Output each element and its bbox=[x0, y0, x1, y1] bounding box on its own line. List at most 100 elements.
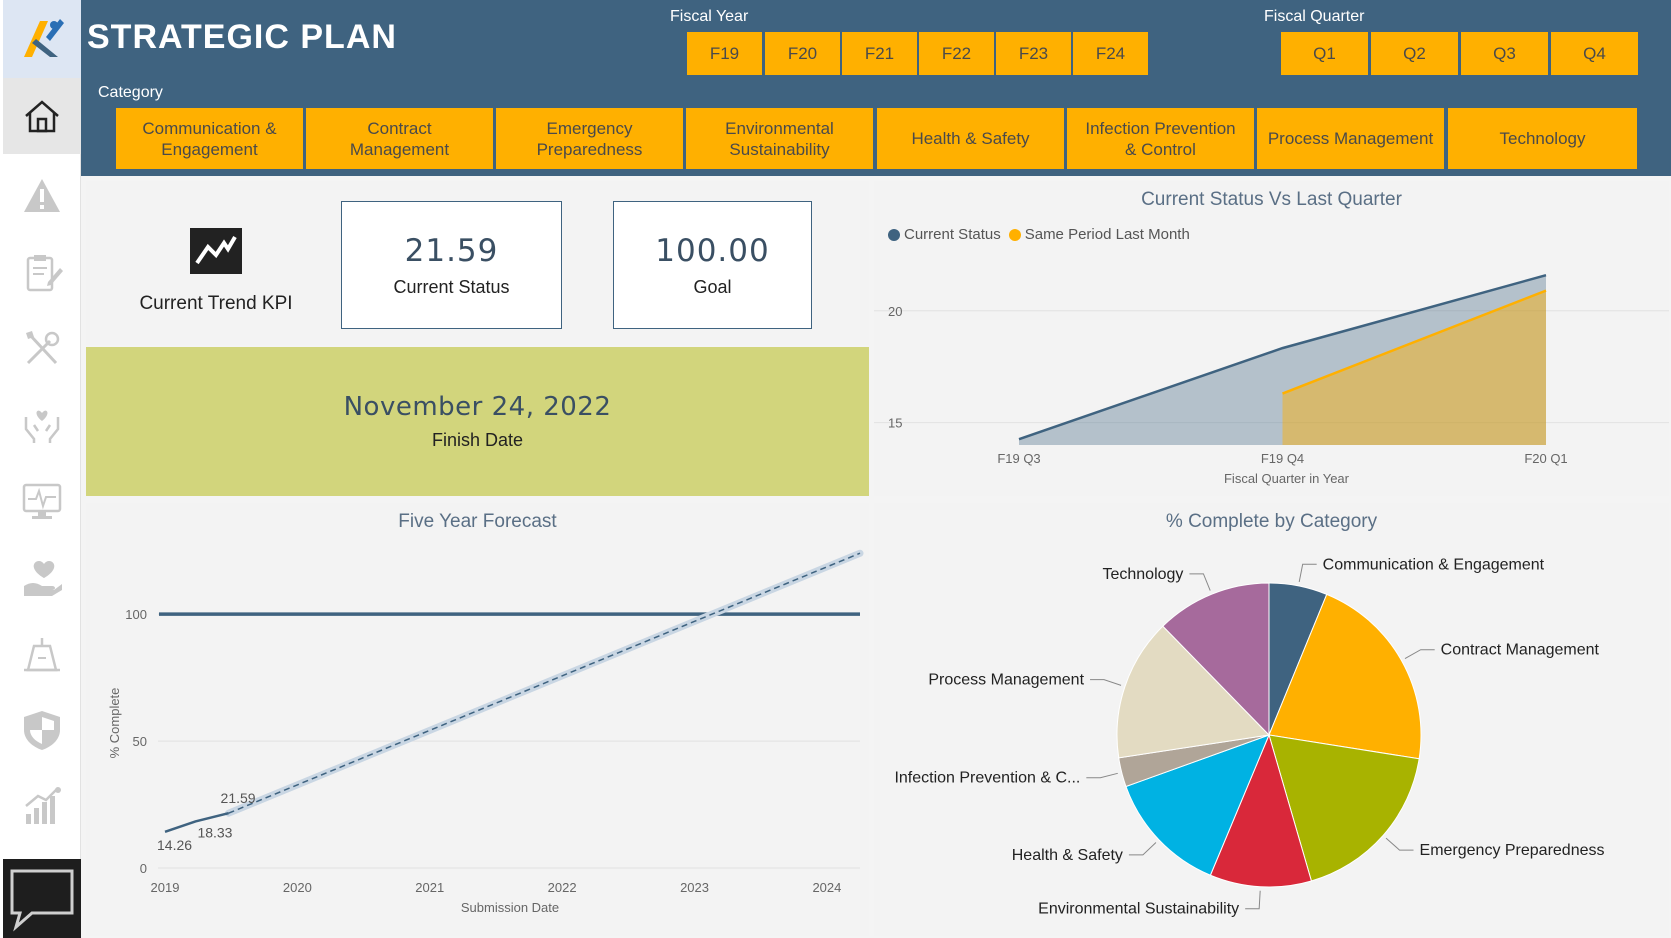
category-chip-line2: & Control bbox=[1125, 139, 1196, 159]
x-tick-label: 2019 bbox=[151, 880, 180, 895]
pie-label: Environmental Sustainability bbox=[1038, 901, 1239, 918]
trend-line-icon bbox=[195, 235, 237, 265]
status-area-chart: 15 20 F19 Q3 F19 Q4 F20 Q1 Fiscal Quarter in … bbox=[874, 273, 1669, 486]
helping-hands-icon bbox=[24, 410, 60, 443]
category-chip-line2: Engagement bbox=[161, 139, 258, 159]
logo-icon bbox=[24, 19, 64, 57]
x-tick-label: 2020 bbox=[283, 880, 312, 895]
pie-label: Technology bbox=[1102, 566, 1183, 583]
category-chip-line2: Management bbox=[349, 139, 450, 159]
y-axis-title: % Complete bbox=[107, 688, 122, 759]
category-chip-communication[interactable]: Communication & Engagement bbox=[116, 108, 303, 169]
pie-leader-line bbox=[1189, 573, 1211, 591]
y-tick-label: 20 bbox=[888, 304, 902, 319]
category-chip-line1: Health & Safety bbox=[911, 129, 1030, 148]
shield-icon bbox=[24, 711, 60, 750]
y-tick-label: 50 bbox=[133, 734, 147, 749]
finish-date-value: November 24, 2022 bbox=[343, 392, 612, 422]
quarter-chip-q1[interactable]: Q1 bbox=[1281, 32, 1368, 75]
year-chip-f23[interactable]: F23 bbox=[996, 32, 1071, 75]
finish-date-panel: November 24, 2022 Finish Date bbox=[86, 347, 869, 496]
nav-tools[interactable] bbox=[3, 311, 81, 387]
nav-heart-hand[interactable] bbox=[3, 540, 81, 616]
year-chip-f21[interactable]: F21 bbox=[842, 32, 917, 75]
fiscal-year-label: Fiscal Year bbox=[670, 8, 749, 25]
quarter-chip-q3[interactable]: Q3 bbox=[1461, 32, 1548, 75]
app-logo[interactable] bbox=[3, 0, 81, 78]
goal-card: 100.00 Goal bbox=[613, 201, 812, 329]
year-chip-f22[interactable]: F22 bbox=[919, 32, 994, 75]
x-tick-label: 2024 bbox=[812, 880, 841, 895]
data-label: 14.26 bbox=[157, 837, 192, 853]
status-vs-last-quarter-panel: Current Status Vs Last Quarter Current S… bbox=[874, 181, 1669, 496]
y-tick-label: 100 bbox=[125, 607, 147, 622]
nav-home[interactable] bbox=[3, 78, 81, 154]
forecast-line-chart: 0 50 100 2019 2020 2021 2022 2023 2024 Submission… bbox=[107, 549, 864, 915]
category-chip-line1: Technology bbox=[1499, 129, 1586, 148]
y-tick-label: 15 bbox=[888, 416, 902, 431]
pie-label: Process Management bbox=[928, 672, 1084, 689]
category-chip-line2: Sustainability bbox=[729, 139, 830, 159]
x-axis-title: Fiscal Quarter in Year bbox=[1224, 471, 1350, 486]
quarter-chip-q4[interactable]: Q4 bbox=[1551, 32, 1638, 75]
building-icon bbox=[24, 638, 60, 672]
warning-icon bbox=[24, 179, 60, 212]
pie-label: Infection Prevention & C... bbox=[894, 770, 1080, 787]
current-status-card: 21.59 Current Status bbox=[341, 201, 562, 329]
category-chip-health-safety[interactable]: Health & Safety bbox=[877, 108, 1064, 169]
dashboard-root: STRATEGIC PLAN Fiscal Year Fiscal Quarte… bbox=[0, 0, 1671, 938]
pie-leader-line bbox=[1385, 837, 1414, 851]
page-title: STRATEGIC PLAN bbox=[87, 18, 397, 56]
current-status-label: Current Status bbox=[393, 276, 510, 297]
year-chip-f24[interactable]: F24 bbox=[1073, 32, 1148, 75]
nav-shield[interactable] bbox=[3, 692, 81, 768]
nav-growth-chart[interactable] bbox=[3, 768, 81, 844]
category-chip-process[interactable]: Process Management bbox=[1257, 108, 1444, 169]
x-tick-label: F19 Q4 bbox=[1261, 451, 1304, 466]
pie-leader-line bbox=[1404, 649, 1435, 659]
nav-building[interactable] bbox=[3, 616, 81, 692]
x-tick-label: F20 Q1 bbox=[1524, 451, 1567, 466]
goal-label: Goal bbox=[693, 276, 732, 297]
pie-label: Emergency Preparedness bbox=[1420, 842, 1605, 859]
pie-label: Contract Management bbox=[1441, 642, 1600, 659]
current-status-value: 21.59 bbox=[404, 232, 499, 269]
pie-label: Communication & Engagement bbox=[1323, 556, 1545, 573]
category-chip-line1: Environmental bbox=[725, 118, 834, 138]
category-chip-environmental[interactable]: Environmental Sustainability bbox=[686, 108, 873, 169]
fiscal-quarter-label: Fiscal Quarter bbox=[1264, 8, 1365, 25]
goal-value: 100.00 bbox=[655, 232, 770, 269]
pie-leader-line bbox=[1298, 563, 1317, 583]
finish-date-label: Finish Date bbox=[431, 430, 524, 450]
trend-kpi-icon bbox=[190, 228, 242, 274]
x-tick-label: F19 Q3 bbox=[997, 451, 1040, 466]
pie-leader-line bbox=[1128, 842, 1157, 856]
nav-helping-hands[interactable] bbox=[3, 387, 81, 463]
nav-clipboard[interactable] bbox=[3, 234, 81, 310]
pie-leader-line bbox=[1245, 890, 1261, 910]
category-chip-line1: Communication & bbox=[142, 118, 277, 138]
percent-complete-panel: % Complete by Category Communication & E… bbox=[874, 503, 1669, 936]
category-chip-technology[interactable]: Technology bbox=[1448, 108, 1637, 169]
quarter-chip-q2[interactable]: Q2 bbox=[1371, 32, 1458, 75]
kpi-panel: Current Trend KPI 21.59 Current Status 1… bbox=[86, 181, 869, 345]
category-chip-emergency[interactable]: Emergency Preparedness bbox=[496, 108, 683, 169]
category-chip-line2: Preparedness bbox=[536, 139, 643, 159]
nav-warning[interactable] bbox=[3, 158, 81, 234]
clipboard-icon bbox=[26, 255, 63, 292]
chat-button[interactable] bbox=[3, 859, 81, 938]
nav-monitor[interactable] bbox=[3, 463, 81, 539]
data-label: 18.33 bbox=[197, 824, 232, 840]
x-tick-label: 2021 bbox=[415, 880, 444, 895]
monitor-pulse-icon bbox=[22, 483, 62, 519]
x-tick-label: 2023 bbox=[680, 880, 709, 895]
forecast-line bbox=[228, 552, 861, 814]
category-chip-infection[interactable]: Infection Prevention & Control bbox=[1067, 108, 1254, 169]
year-chip-f20[interactable]: F20 bbox=[765, 32, 840, 75]
five-year-forecast-panel: Five Year Forecast 0 50 100 2019 2020 2021 202… bbox=[86, 503, 869, 936]
category-chip-line1: Infection Prevention bbox=[1085, 118, 1236, 138]
category-pie-chart: Communication & Engagement Contract Manag… bbox=[894, 556, 1605, 918]
year-chip-f19[interactable]: F19 bbox=[687, 32, 762, 75]
category-chip-contract[interactable]: Contract Management bbox=[306, 108, 493, 169]
x-tick-label: 2022 bbox=[548, 880, 577, 895]
